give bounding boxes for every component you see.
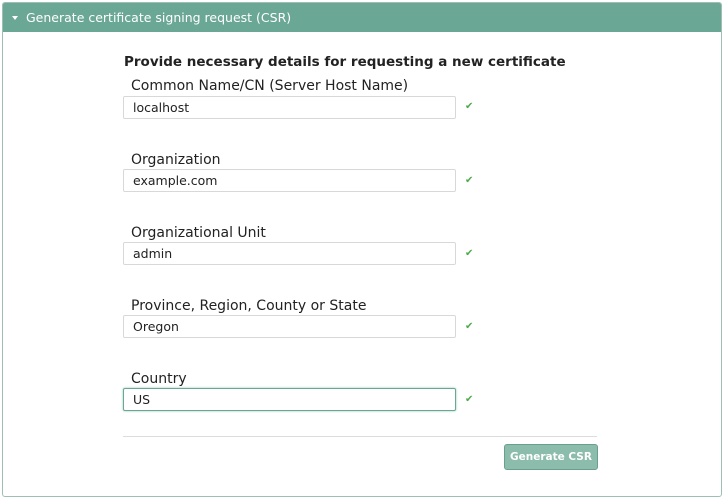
organizational-unit-label: Organizational Unit xyxy=(131,225,266,241)
organization-check-icon: ✔ xyxy=(465,175,474,186)
form-divider xyxy=(123,436,597,437)
organizational-unit-input[interactable] xyxy=(123,242,456,265)
province-label: Province, Region, County or State xyxy=(131,298,367,314)
common-name-check-icon: ✔ xyxy=(465,101,474,112)
country-input[interactable] xyxy=(123,388,456,411)
country-check-icon: ✔ xyxy=(465,394,474,405)
province-input[interactable] xyxy=(123,315,456,338)
form-heading: Provide necessary details for requesting… xyxy=(124,54,566,70)
generate-csr-button[interactable]: Generate CSR xyxy=(504,444,598,470)
common-name-input[interactable] xyxy=(123,96,456,119)
organization-label: Organization xyxy=(131,152,221,168)
organizational-unit-check-icon: ✔ xyxy=(465,248,474,259)
panel-title: Generate certificate signing request (CS… xyxy=(26,10,292,25)
province-check-icon: ✔ xyxy=(465,321,474,332)
organization-input[interactable] xyxy=(123,169,456,192)
country-label: Country xyxy=(131,371,187,387)
common-name-label: Common Name/CN (Server Host Name) xyxy=(131,78,409,94)
caret-down-icon xyxy=(12,15,18,20)
panel-header-toggle[interactable]: Generate certificate signing request (CS… xyxy=(3,3,721,32)
